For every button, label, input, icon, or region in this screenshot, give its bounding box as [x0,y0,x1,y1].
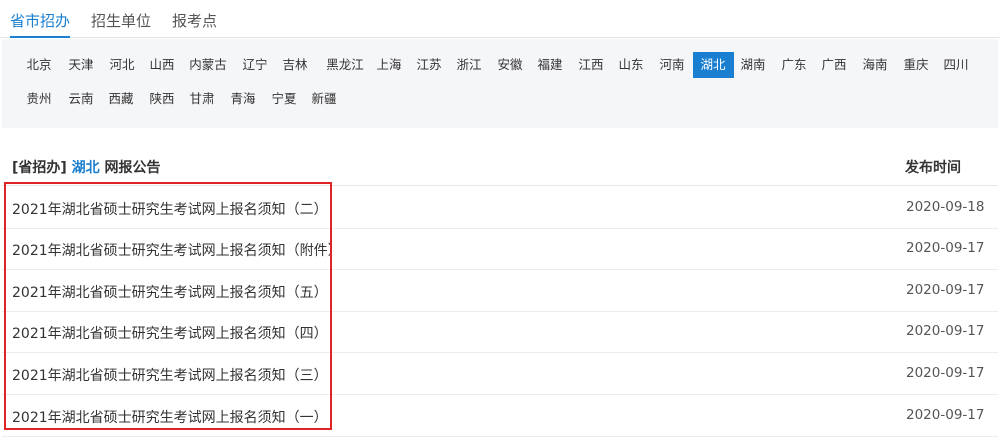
list-title: [省招办] 湖北 网报公告 [12,157,161,177]
province-selector: 北京 天津 河北 山西 内蒙古 辽宁 吉林 黑龙江 上海 江苏 浙江 安徽 福建 江西 山东 河南 湖北 湖南 广东… [2,39,998,128]
notice-title-link[interactable]: 2021年湖北省硕士研究生考试网上报名须知（三） [12,365,328,385]
province-item[interactable]: 内蒙古 [183,53,234,77]
province-item[interactable]: 四川 [937,53,975,77]
province-item[interactable]: 福建 [531,53,569,77]
notice-date: 2020-09-17 [906,282,985,298]
province-item[interactable]: 黑龙江 [320,53,371,77]
list-title-province[interactable]: 湖北 [72,160,100,176]
province-item[interactable]: 上海 [370,53,408,77]
notice-date: 2020-09-17 [906,240,985,256]
notice-title-link[interactable]: 2021年湖北省硕士研究生考试网上报名须知（一） [12,407,328,427]
province-item[interactable]: 湖南 [734,53,772,77]
notice-row: 2021年湖北省硕士研究生考试网上报名须知（一） 2020-09-17 [2,395,998,437]
province-item[interactable]: 海南 [856,53,894,77]
province-item[interactable]: 西藏 [102,87,140,111]
notice-date: 2020-09-17 [906,323,985,339]
province-item[interactable]: 江苏 [410,53,448,77]
province-item[interactable]: 河北 [103,53,141,77]
notice-date: 2020-09-17 [906,407,985,423]
province-item[interactable]: 广东 [775,53,813,77]
notice-row: 2021年湖北省硕士研究生考试网上报名须知（三） 2020-09-17 [2,353,998,395]
province-item[interactable]: 新疆 [305,87,343,111]
notice-title-link[interactable]: 2021年湖北省硕士研究生考试网上报名须知（二） [12,199,328,219]
province-item[interactable]: 云南 [62,87,100,111]
province-item[interactable]: 重庆 [897,53,935,77]
province-item[interactable]: 山东 [612,53,650,77]
province-item[interactable]: 贵州 [20,87,58,111]
notice-list-header: [省招办] 湖北 网报公告 发布时间 [2,146,998,186]
province-item[interactable]: 河南 [653,53,691,77]
notice-row: 2021年湖北省硕士研究生考试网上报名须知（二） 2020-09-18 [2,187,998,229]
province-item[interactable]: 安徽 [491,53,529,77]
notice-title-link[interactable]: 2021年湖北省硕士研究生考试网上报名须知（四） [12,323,328,343]
province-item[interactable]: 甘肃 [183,87,221,111]
province-item[interactable]: 浙江 [450,53,488,77]
list-title-suffix: 网报公告 [104,160,161,176]
province-item[interactable]: 宁夏 [265,87,303,111]
notice-date: 2020-09-18 [906,199,985,215]
province-item[interactable]: 江西 [572,53,610,77]
notice-row: 2021年湖北省硕士研究生考试网上报名须知（五） 2020-09-17 [2,270,998,312]
province-item[interactable]: 陕西 [143,87,181,111]
province-item[interactable]: 吉林 [276,53,314,77]
province-item[interactable]: 青海 [224,87,262,111]
notice-row: 2021年湖北省硕士研究生考试网上报名须知（四） 2020-09-17 [2,311,998,353]
publish-date-header: 发布时间 [905,160,961,176]
province-item[interactable]: 北京 [20,53,58,77]
notice-row: 2021年湖北省硕士研究生考试网上报名须知（附件） 2020-09-17 [2,228,998,270]
province-item[interactable]: 辽宁 [236,53,274,77]
list-title-prefix: [省招办] [12,160,67,176]
notice-date: 2020-09-17 [906,365,985,381]
notice-title-link[interactable]: 2021年湖北省硕士研究生考试网上报名须知（附件） [12,240,342,260]
tab-provincial-office[interactable]: 省市招办 [10,10,71,38]
tab-exam-sites[interactable]: 报考点 [172,10,217,38]
province-item[interactable]: 天津 [62,53,100,77]
province-item[interactable]: 湖北 [692,52,734,78]
notice-title-link[interactable]: 2021年湖北省硕士研究生考试网上报名须知（五） [12,282,328,302]
province-item[interactable]: 山西 [143,53,181,77]
province-item[interactable]: 广西 [815,53,853,77]
tab-admission-units[interactable]: 招生单位 [91,10,151,38]
tab-bar: 省市招办 招生单位 报考点 [0,0,1000,38]
